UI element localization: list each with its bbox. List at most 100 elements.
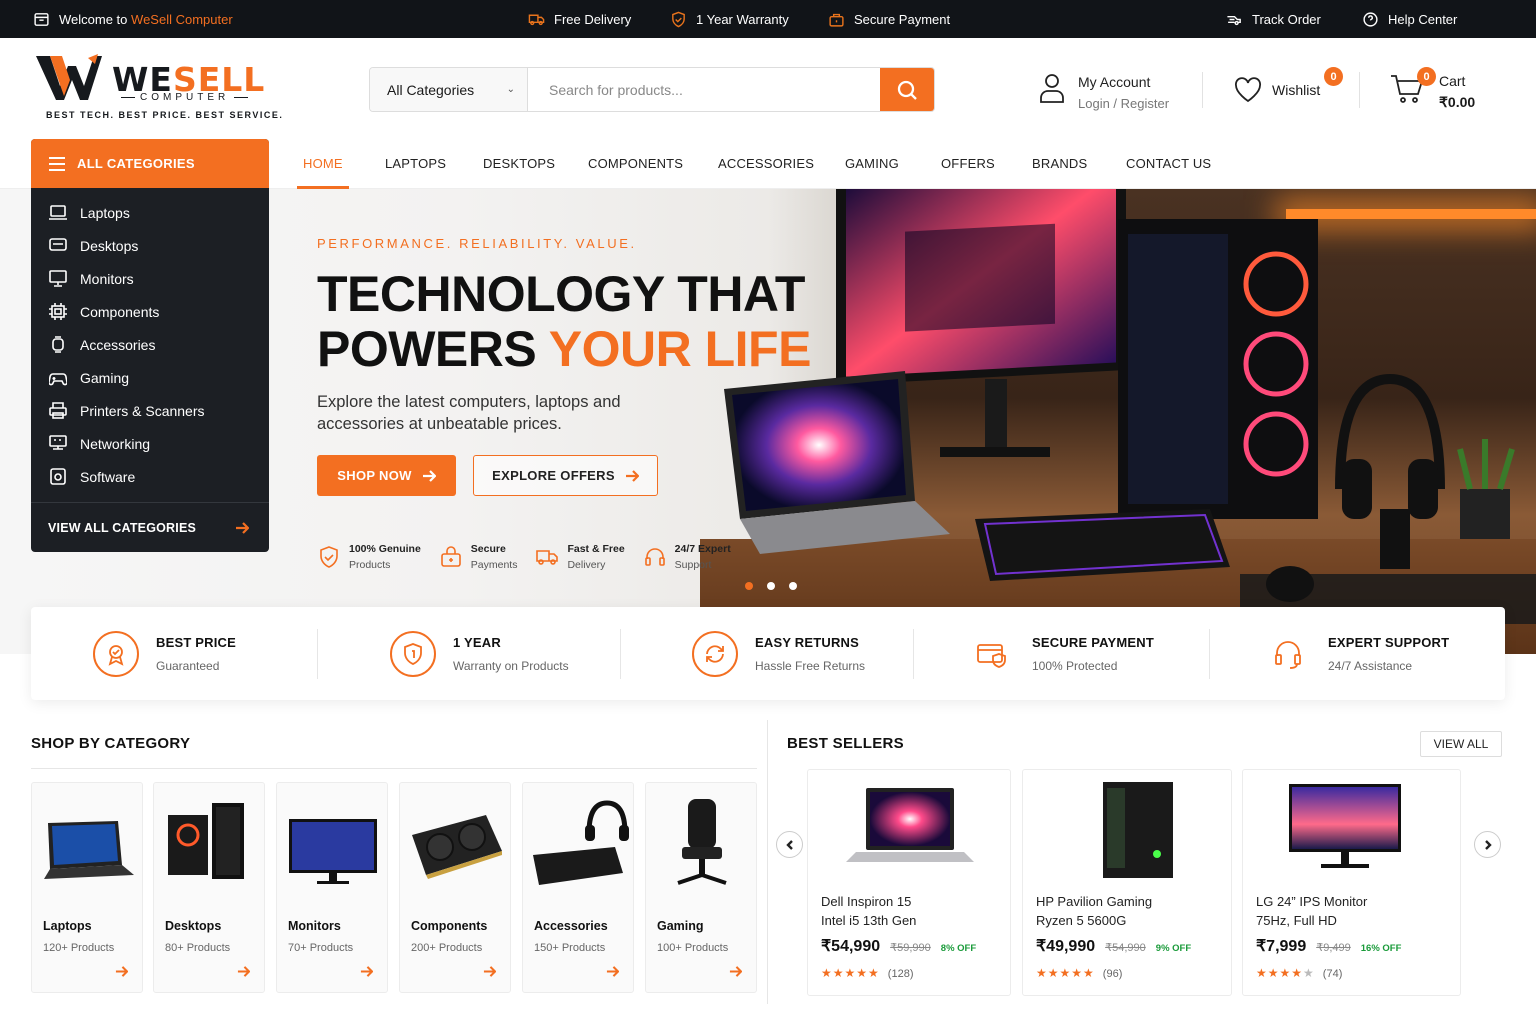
help-center-link[interactable]: Help Center xyxy=(1362,0,1457,38)
product-card[interactable]: LG 24” IPS Monitor 75Hz, Full HD ₹7,999 ₹… xyxy=(1242,769,1461,996)
nav-contact-us[interactable]: CONTACT US xyxy=(1126,138,1211,189)
divider xyxy=(913,629,914,679)
divider xyxy=(31,768,757,769)
shield-check-icon xyxy=(672,11,685,27)
welcome-message: Welcome to WeSell Computer xyxy=(33,0,233,38)
feature-secure-payment: SECURE PAYMENT 100% Protected xyxy=(969,607,1154,700)
category-card-laptops[interactable]: Laptops 120+ Products xyxy=(31,782,143,993)
arrow-right-icon xyxy=(625,469,639,482)
hero-subtext: Explore the latest computers, laptops an… xyxy=(317,393,621,433)
product-name: Dell Inspiron 15 Intel i5 13th Gen xyxy=(821,894,917,928)
gaming-chair-image xyxy=(677,799,727,885)
category-dropdown[interactable]: All Categories ⌄ xyxy=(370,68,528,111)
best-sellers-title: BEST SELLERS xyxy=(787,735,904,752)
feature-easy-returns: EASY RETURNS Hassle Free Returns xyxy=(692,607,865,700)
login-register-link[interactable]: Login / Register xyxy=(1078,96,1169,111)
trust-badge: Secure Payments xyxy=(439,543,517,571)
product-rating: ★★★★★ (96) xyxy=(1036,966,1123,980)
nav-components[interactable]: COMPONENTS xyxy=(588,138,683,189)
lock-bag-icon xyxy=(829,13,844,27)
accessory-icon xyxy=(52,336,64,353)
product-image-laptop xyxy=(846,788,974,862)
product-card[interactable]: Dell Inspiron 15 Intel i5 13th Gen ₹54,99… xyxy=(807,769,1011,996)
carousel-dot-3[interactable] xyxy=(789,582,797,590)
view-all-button[interactable]: VIEW ALL xyxy=(1420,731,1502,757)
divider xyxy=(1209,629,1210,679)
category-card-components[interactable]: Components 200+ Products xyxy=(399,782,511,993)
nav-accessories[interactable]: ACCESSORIES xyxy=(718,138,814,189)
truck-icon xyxy=(528,14,545,25)
category-accessories[interactable]: Accessories xyxy=(31,328,269,361)
category-laptops[interactable]: Laptops xyxy=(31,196,269,229)
product-rating: ★★★★★ (74) xyxy=(1256,966,1343,980)
category-desktops[interactable]: Desktops xyxy=(31,229,269,262)
top-bar: Welcome to WeSell Computer Free Delivery… xyxy=(0,0,1536,38)
category-card-accessories[interactable]: Accessories 150+ Products xyxy=(522,782,634,993)
nav-home[interactable]: HOME xyxy=(297,138,349,189)
search-input[interactable] xyxy=(528,68,880,111)
category-monitors[interactable]: Monitors xyxy=(31,262,269,295)
cart-total: ₹0.00 xyxy=(1439,94,1476,110)
hero-trust-badges: 100% Genuine Products Secure Payments Fast… xyxy=(317,543,811,571)
carousel-prev-button[interactable] xyxy=(776,831,803,858)
carousel-dot-2[interactable] xyxy=(767,582,775,590)
returns-icon xyxy=(692,630,738,677)
nav-desktops[interactable]: DESKTOPS xyxy=(483,138,555,189)
arrow-right-icon xyxy=(729,966,742,977)
view-all-categories-link[interactable]: VIEW ALL CATEGORIES xyxy=(31,502,269,552)
arrow-right-icon xyxy=(422,469,436,482)
trust-badge: 24/7 Expert Support xyxy=(643,543,731,571)
hero-light-strip xyxy=(1286,209,1536,219)
category-printers-scanners[interactable]: Printers & Scanners xyxy=(31,394,269,427)
arrow-right-icon xyxy=(360,966,373,977)
user-icon xyxy=(1040,74,1064,103)
category-card-monitors[interactable]: Monitors 70+ Products xyxy=(276,782,388,993)
my-account-link[interactable]: My Account Login / Register xyxy=(1038,72,1169,111)
shop-now-button[interactable]: SHOP NOW xyxy=(317,455,456,496)
product-card[interactable]: HP Pavilion Gaming Ryzen 5 5600G ₹49,990 … xyxy=(1022,769,1232,996)
category-components[interactable]: Components xyxy=(31,295,269,328)
lock-icon xyxy=(440,546,461,567)
nav-gaming[interactable]: GAMING xyxy=(845,138,899,189)
free-delivery-info: Free Delivery xyxy=(528,0,631,38)
carousel-dots xyxy=(745,582,797,590)
printer-icon xyxy=(49,402,67,419)
secure-payment-info: Secure Payment xyxy=(828,0,950,38)
brand-tagline: BEST TECH. BEST PRICE. BEST SERVICE. xyxy=(46,110,284,120)
hero-content: PERFORMANCE. RELIABILITY. VALUE. TECHNOL… xyxy=(317,236,811,571)
wishlist-link[interactable]: Wishlist xyxy=(1234,77,1320,103)
product-rating: ★★★★★ (128) xyxy=(821,966,914,980)
search-button[interactable] xyxy=(880,68,934,111)
menu-icon xyxy=(49,156,65,171)
category-software[interactable]: Software xyxy=(31,460,269,493)
nav-laptops[interactable]: LAPTOPS xyxy=(385,138,446,189)
explore-offers-button[interactable]: EXPLORE OFFERS xyxy=(473,455,658,496)
carousel-dot-1[interactable] xyxy=(745,582,753,590)
warranty-info: 1 Year Warranty xyxy=(670,0,789,38)
category-networking[interactable]: Networking xyxy=(31,427,269,460)
gpu-image xyxy=(412,815,502,879)
chevron-right-icon xyxy=(1484,839,1492,850)
track-order-link[interactable]: Track Order xyxy=(1226,0,1321,38)
carousel-next-button[interactable] xyxy=(1474,831,1501,858)
laptop-icon xyxy=(49,205,67,220)
all-categories-header[interactable]: ALL CATEGORIES xyxy=(31,139,269,188)
divider xyxy=(1202,72,1203,108)
cart-count-badge: 0 xyxy=(1417,67,1436,86)
category-card-desktops[interactable]: Desktops 80+ Products xyxy=(153,782,265,993)
nav-brands[interactable]: BRANDS xyxy=(1032,138,1087,189)
network-icon xyxy=(49,435,67,450)
chevron-down-icon: ⌄ xyxy=(506,84,515,95)
divider xyxy=(620,629,621,679)
keyboard-headset-image xyxy=(533,800,629,885)
product-price-row: ₹49,990 ₹54,990 9% OFF xyxy=(1036,938,1192,955)
nav-offers[interactable]: OFFERS xyxy=(941,138,995,189)
help-icon xyxy=(1363,11,1378,27)
category-card-gaming[interactable]: Gaming 100+ Products xyxy=(645,782,757,993)
chip-icon xyxy=(49,303,67,320)
features-strip: BEST PRICE Guaranteed 1 YEAR Warranty on P… xyxy=(31,607,1505,700)
card-shield-icon xyxy=(969,631,1015,677)
category-gaming[interactable]: Gaming xyxy=(31,361,269,394)
feature-expert-support: EXPERT SUPPORT 24/7 Assistance xyxy=(1265,607,1449,700)
heart-icon xyxy=(1235,77,1261,103)
